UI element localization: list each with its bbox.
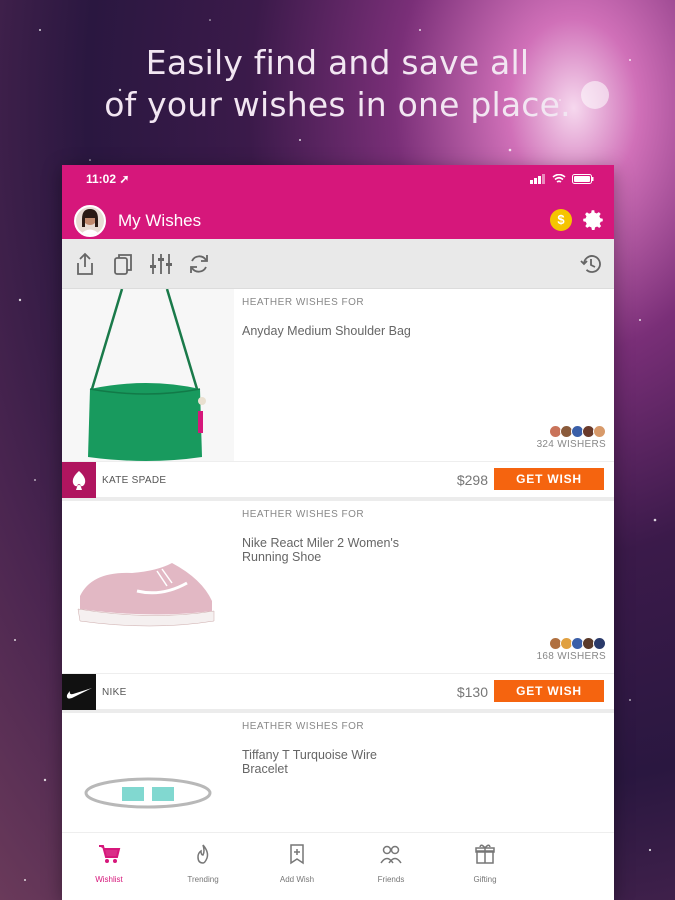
avatar[interactable]: [74, 205, 106, 237]
people-icon: [380, 845, 402, 864]
brand-name: KATE SPADE: [102, 475, 167, 486]
tab-trending[interactable]: Trending: [156, 833, 250, 900]
brand-name: NIKE: [102, 687, 127, 698]
wish-card[interactable]: HEATHER WISHES FOR Nike React Miler 2 Wo…: [62, 501, 614, 713]
tab-label: Add Wish: [279, 875, 315, 884]
wishers-group[interactable]: 168 WISHERS: [537, 637, 606, 662]
wisher-label: HEATHER WISHES FOR: [242, 509, 365, 520]
product-image-running-shoe: [62, 501, 234, 673]
get-wish-button[interactable]: GET WISH: [494, 680, 604, 702]
status-icons: [530, 174, 594, 184]
bookmark-add-icon: [290, 844, 304, 865]
tab-friends[interactable]: Friends: [344, 833, 438, 900]
wisher-avatars: [537, 425, 606, 438]
brand-row: KATE SPADE $298 GET WISH: [62, 461, 614, 498]
copy-icon[interactable]: [110, 251, 136, 277]
tab-label: Wishlist: [95, 875, 123, 884]
price: $130: [456, 684, 488, 700]
wish-card[interactable]: HEATHER WISHES FOR Tiffany T Turquoise W…: [62, 713, 614, 843]
product-name[interactable]: Anyday Medium Shoulder Bag: [242, 324, 442, 338]
app-header: 11:02 ➚ My Wishes $: [62, 165, 614, 239]
bottom-tab-bar: Wishlist Trending Add Wish Friends Gifti…: [62, 832, 614, 900]
tab-wishlist[interactable]: Wishlist: [62, 833, 156, 900]
wisher-label: HEATHER WISHES FOR: [242, 297, 365, 308]
wifi-icon: [552, 174, 566, 183]
signal-icon: [530, 174, 545, 184]
headline-line-1: Easily find and save all: [145, 43, 530, 82]
cart-icon: [99, 845, 121, 863]
product-name[interactable]: Nike React Miler 2 Women's Running Shoe: [242, 536, 442, 564]
tab-label: Friends: [377, 875, 405, 884]
wishers-count: 168 WISHERS: [536, 651, 606, 662]
gift-icon: [475, 844, 495, 864]
flame-icon: [197, 844, 209, 864]
app-screen: 11:02 ➚ My Wishes $ HEATHER WISHES FOR A…: [62, 165, 614, 900]
product-image-shoulder-bag: [62, 289, 234, 461]
history-icon[interactable]: [578, 251, 604, 277]
marketing-headline: Easily find and save all of your wishes …: [0, 42, 675, 126]
page-title: My Wishes: [118, 211, 202, 230]
tab-gifting[interactable]: Gifting: [438, 833, 532, 900]
gear-icon[interactable]: [580, 207, 606, 233]
wisher-avatars: [537, 637, 606, 650]
wishers-group[interactable]: 324 WISHERS: [537, 425, 606, 450]
kate-spade-logo-icon: [62, 462, 96, 498]
headline-line-2: of your wishes in one place.: [104, 85, 571, 124]
battery-icon: [572, 174, 594, 184]
tab-label: Trending: [187, 875, 219, 884]
refresh-icon[interactable]: [186, 251, 212, 277]
action-toolbar: [62, 239, 614, 289]
brand-row: NIKE $130 GET WISH: [62, 673, 614, 710]
price: $298: [456, 472, 488, 488]
share-icon[interactable]: [72, 251, 98, 277]
get-wish-button[interactable]: GET WISH: [494, 468, 604, 490]
wisher-label: HEATHER WISHES FOR: [242, 721, 365, 732]
nike-logo-icon: [62, 674, 96, 710]
product-image-bracelet: [62, 713, 234, 843]
status-time: 11:02 ➚: [86, 172, 130, 186]
tab-add-wish[interactable]: Add Wish: [250, 833, 344, 900]
product-name[interactable]: Tiffany T Turquoise Wire Bracelet: [242, 748, 402, 776]
filter-icon[interactable]: [148, 251, 174, 277]
wish-card[interactable]: HEATHER WISHES FOR Anyday Medium Shoulde…: [62, 289, 614, 501]
coin-icon[interactable]: $: [550, 209, 572, 231]
tab-label: Gifting: [473, 875, 497, 884]
wishers-count: 324 WISHERS: [536, 439, 606, 450]
